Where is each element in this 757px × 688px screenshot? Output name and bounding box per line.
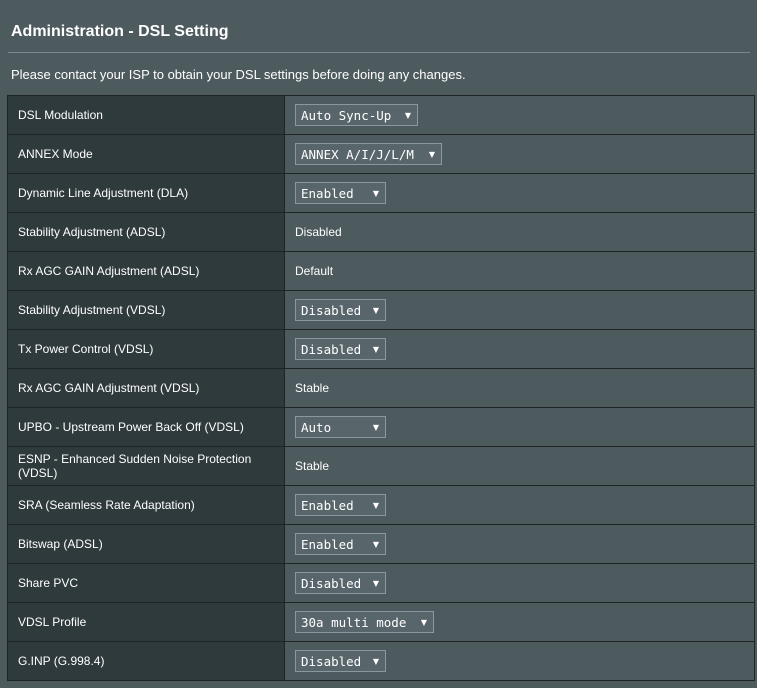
annex-mode-label: ANNEX Mode — [7, 134, 285, 174]
chevron-down-icon: ▼ — [372, 188, 379, 198]
vdsl-profile-select[interactable]: 30a multi mode ▼ — [295, 611, 434, 633]
dsl-settings-table: DSL Modulation Auto Sync-Up ▼ ANNEX Mode… — [7, 95, 755, 681]
bitswap-value: Enabled — [301, 536, 354, 552]
sra-select[interactable]: Enabled ▼ — [295, 494, 386, 516]
share-pvc-value: Disabled — [301, 575, 362, 591]
chevron-down-icon: ▼ — [372, 344, 379, 354]
row-ginp: G.INP (G.998.4) Disabled ▼ — [7, 641, 755, 681]
vdsl-profile-label: VDSL Profile — [7, 602, 285, 642]
tx-power-vdsl-select[interactable]: Disabled ▼ — [295, 338, 386, 360]
stability-vdsl-value: Disabled — [301, 302, 362, 318]
row-vdsl-profile: VDSL Profile 30a multi mode ▼ — [7, 602, 755, 642]
row-dla: Dynamic Line Adjustment (DLA) Enabled ▼ — [7, 173, 755, 213]
row-stability-vdsl: Stability Adjustment (VDSL) Disabled ▼ — [7, 290, 755, 330]
chevron-down-icon: ▼ — [372, 305, 379, 315]
chevron-down-icon: ▼ — [428, 149, 435, 159]
upbo-select[interactable]: Auto ▼ — [295, 416, 386, 438]
esnp-value: Stable — [295, 459, 330, 473]
bitswap-label: Bitswap (ADSL) — [7, 524, 285, 564]
row-rx-agc-vdsl: Rx AGC GAIN Adjustment (VDSL) Stable — [7, 368, 755, 408]
title-divider — [8, 52, 750, 53]
rx-agc-adsl-value: Default — [295, 264, 334, 278]
dla-label: Dynamic Line Adjustment (DLA) — [7, 173, 285, 213]
dla-select[interactable]: Enabled ▼ — [295, 182, 386, 204]
chevron-down-icon: ▼ — [372, 500, 379, 510]
ginp-label: G.INP (G.998.4) — [7, 641, 285, 681]
annex-mode-select[interactable]: ANNEX A/I/J/L/M ▼ — [295, 143, 442, 165]
upbo-value: Auto — [301, 419, 332, 435]
stability-vdsl-select[interactable]: Disabled ▼ — [295, 299, 386, 321]
tx-power-vdsl-label: Tx Power Control (VDSL) — [7, 329, 285, 369]
stability-adsl-label: Stability Adjustment (ADSL) — [7, 212, 285, 252]
ginp-select[interactable]: Disabled ▼ — [295, 650, 386, 672]
stability-vdsl-label: Stability Adjustment (VDSL) — [7, 290, 285, 330]
row-esnp: ESNP - Enhanced Sudden Noise Protection … — [7, 446, 755, 486]
stability-adsl-value: Disabled — [295, 225, 342, 239]
chevron-down-icon: ▼ — [372, 656, 379, 666]
rx-agc-vdsl-label: Rx AGC GAIN Adjustment (VDSL) — [7, 368, 285, 408]
row-rx-agc-adsl: Rx AGC GAIN Adjustment (ADSL) Default — [7, 251, 755, 291]
rx-agc-adsl-label: Rx AGC GAIN Adjustment (ADSL) — [7, 251, 285, 291]
esnp-label: ESNP - Enhanced Sudden Noise Protection … — [7, 446, 285, 486]
row-stability-adsl: Stability Adjustment (ADSL) Disabled — [7, 212, 755, 252]
sra-label: SRA (Seamless Rate Adaptation) — [7, 485, 285, 525]
share-pvc-label: Share PVC — [7, 563, 285, 603]
chevron-down-icon: ▼ — [404, 110, 411, 120]
isp-notice: Please contact your ISP to obtain your D… — [11, 67, 466, 82]
dla-value: Enabled — [301, 185, 354, 201]
chevron-down-icon: ▼ — [372, 578, 379, 588]
bitswap-select[interactable]: Enabled ▼ — [295, 533, 386, 555]
dsl-modulation-value: Auto Sync-Up — [301, 107, 392, 123]
dsl-modulation-label: DSL Modulation — [7, 95, 285, 135]
row-annex-mode: ANNEX Mode ANNEX A/I/J/L/M ▼ — [7, 134, 755, 174]
row-tx-power-vdsl: Tx Power Control (VDSL) Disabled ▼ — [7, 329, 755, 369]
sra-value: Enabled — [301, 497, 354, 513]
row-dsl-modulation: DSL Modulation Auto Sync-Up ▼ — [7, 95, 755, 135]
annex-mode-value: ANNEX A/I/J/L/M — [301, 146, 414, 162]
chevron-down-icon: ▼ — [372, 539, 379, 549]
page-title: Administration - DSL Setting — [11, 23, 229, 40]
rx-agc-vdsl-value: Stable — [295, 381, 330, 395]
vdsl-profile-value: 30a multi mode — [301, 614, 407, 630]
upbo-label: UPBO - Upstream Power Back Off (VDSL) — [7, 407, 285, 447]
dsl-modulation-select[interactable]: Auto Sync-Up ▼ — [295, 104, 418, 126]
chevron-down-icon: ▼ — [420, 617, 427, 627]
row-upbo: UPBO - Upstream Power Back Off (VDSL) Au… — [7, 407, 755, 447]
row-sra: SRA (Seamless Rate Adaptation) Enabled ▼ — [7, 485, 755, 525]
row-share-pvc: Share PVC Disabled ▼ — [7, 563, 755, 603]
tx-power-vdsl-value: Disabled — [301, 341, 362, 357]
row-bitswap: Bitswap (ADSL) Enabled ▼ — [7, 524, 755, 564]
ginp-value: Disabled — [301, 653, 362, 669]
chevron-down-icon: ▼ — [372, 422, 379, 432]
share-pvc-select[interactable]: Disabled ▼ — [295, 572, 386, 594]
